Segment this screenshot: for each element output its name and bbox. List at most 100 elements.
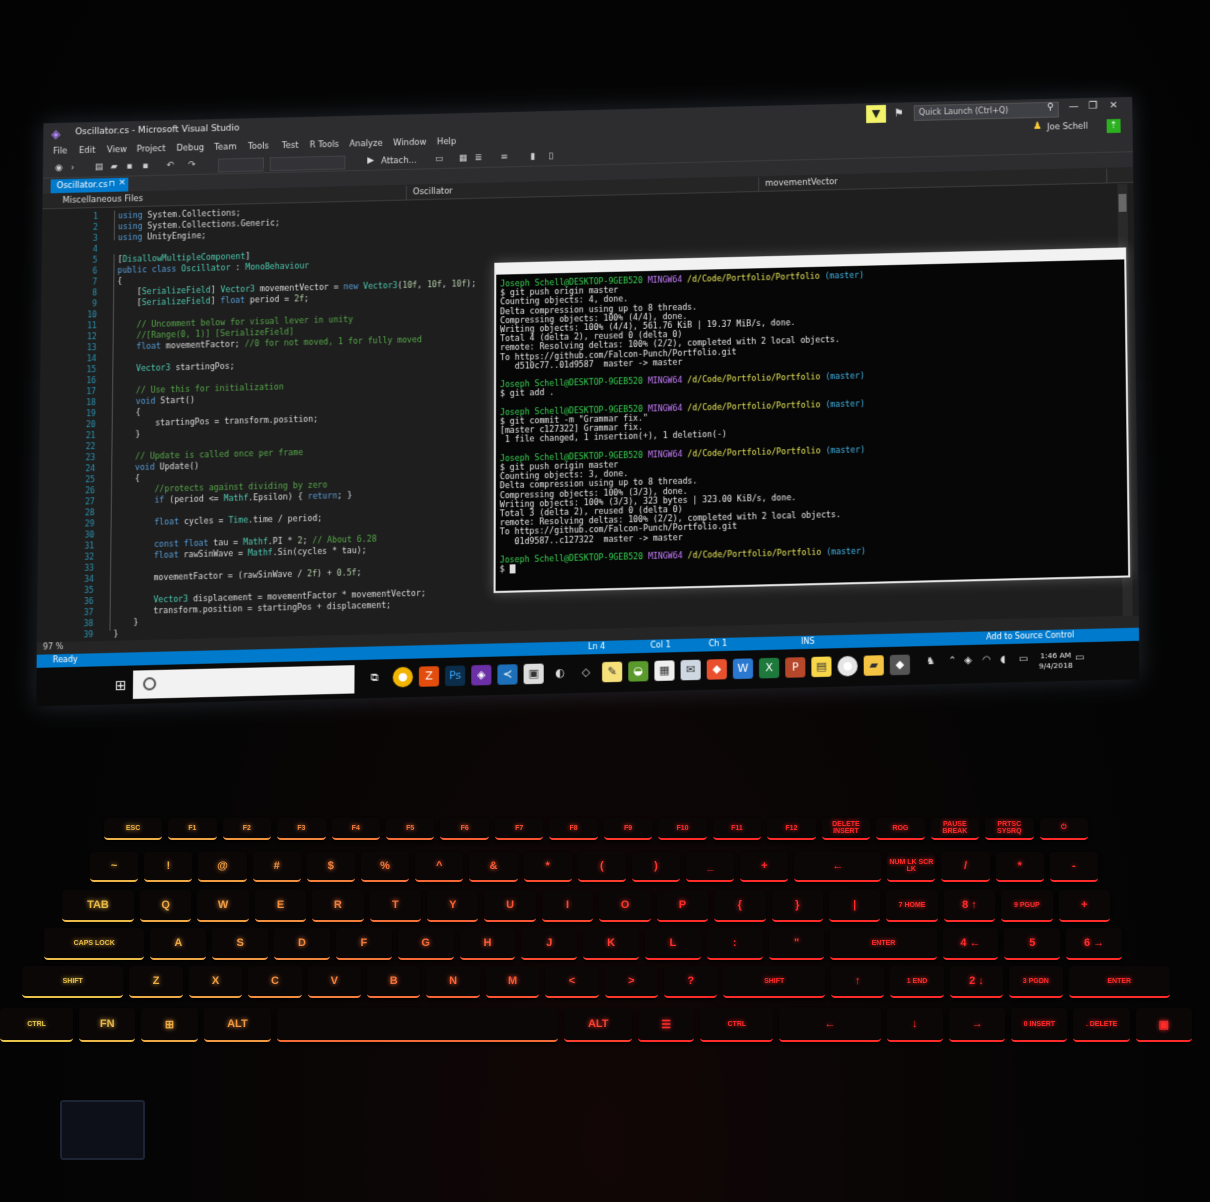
keyboard-key[interactable]: ▣ bbox=[1135, 1008, 1192, 1042]
keyboard-key[interactable]: F9 bbox=[603, 818, 653, 840]
keyboard-key[interactable]: * bbox=[523, 852, 572, 882]
keyboard-key[interactable]: PAUSE BREAK bbox=[930, 818, 980, 840]
pin-icon[interactable]: ⊓ bbox=[108, 179, 114, 188]
keyboard-key[interactable]: ← bbox=[779, 1008, 881, 1042]
keyboard-key[interactable]: & bbox=[469, 852, 518, 882]
excel-icon[interactable]: X bbox=[759, 657, 780, 679]
tray-chevron-icon[interactable]: ⌃ bbox=[948, 655, 957, 666]
keyboard-key[interactable]: F3 bbox=[277, 818, 326, 840]
keyboard-key[interactable]: ESC bbox=[104, 818, 163, 840]
keyboard-key[interactable]: ! bbox=[144, 852, 193, 882]
keyboard-key[interactable]: F bbox=[335, 928, 392, 960]
keyboard-key[interactable]: ) bbox=[631, 852, 681, 882]
minimize-icon[interactable]: — bbox=[1069, 101, 1079, 112]
menu-tools[interactable]: Tools bbox=[248, 142, 269, 152]
keyboard-key[interactable]: < bbox=[545, 966, 599, 998]
user-name[interactable]: Joe Schell bbox=[1047, 122, 1088, 133]
bookmark-icon[interactable]: ▮ bbox=[530, 152, 535, 162]
keyboard-key[interactable]: ENTER bbox=[1068, 966, 1170, 998]
outdent-icon[interactable]: ≡ bbox=[500, 153, 508, 163]
windows-start-icon[interactable]: ⊞ bbox=[115, 678, 127, 694]
task-view-icon[interactable]: ⧉ bbox=[365, 667, 385, 688]
keyboard-key[interactable]: DELETE INSERT bbox=[821, 818, 871, 840]
keyboard-key[interactable]: $ bbox=[306, 852, 355, 882]
menu-view[interactable]: View bbox=[107, 145, 127, 155]
keyboard-key[interactable]: F10 bbox=[658, 818, 707, 840]
menu-help[interactable]: Help bbox=[437, 137, 456, 147]
menu-test[interactable]: Test bbox=[282, 141, 299, 151]
keyboard-key[interactable]: W bbox=[197, 890, 249, 922]
unity-icon[interactable]: ◐ bbox=[550, 663, 570, 684]
keyboard-key[interactable]: / bbox=[941, 852, 990, 882]
notes-icon[interactable]: ✎ bbox=[602, 661, 623, 683]
keyboard-key[interactable]: Z bbox=[129, 966, 183, 998]
keyboard-key[interactable]: 7 HOME bbox=[886, 890, 938, 922]
menu-analyze[interactable]: Analyze bbox=[349, 139, 382, 150]
keyboard-key[interactable]: Q bbox=[139, 890, 192, 922]
volume-icon[interactable]: ◖ bbox=[1000, 654, 1005, 665]
open-icon[interactable]: ▰ bbox=[111, 162, 118, 172]
keyboard-key[interactable]: ⊞ bbox=[141, 1008, 198, 1042]
keyboard-key[interactable]: F5 bbox=[386, 818, 435, 840]
keyboard-key[interactable]: } bbox=[771, 890, 823, 922]
powerpoint-icon[interactable]: P bbox=[785, 657, 806, 678]
keyboard-key[interactable]: ALT bbox=[203, 1008, 272, 1042]
keyboard-key[interactable]: ☰ bbox=[638, 1008, 695, 1042]
menu-edit[interactable]: Edit bbox=[79, 146, 95, 156]
people-icon[interactable]: ♞ bbox=[926, 656, 935, 667]
sticky-notes-icon[interactable]: ▤ bbox=[811, 656, 832, 678]
keyboard-key[interactable]: ↑ bbox=[830, 966, 885, 998]
keyboard-key[interactable]: 1 END bbox=[890, 966, 944, 998]
keyboard-key[interactable]: O bbox=[599, 890, 651, 922]
git-bash-icon[interactable]: ◆ bbox=[889, 654, 911, 676]
keyboard-key[interactable]: I bbox=[541, 890, 594, 922]
keyboard-key[interactable]: F1 bbox=[168, 818, 217, 840]
vscode-icon[interactable]: ≺ bbox=[497, 664, 518, 685]
keyboard-key[interactable]: F12 bbox=[767, 818, 816, 840]
keyboard-key[interactable]: 4 ← bbox=[942, 928, 999, 960]
keyboard-key[interactable]: " bbox=[768, 928, 825, 960]
keyboard-key[interactable]: 6 → bbox=[1066, 928, 1122, 960]
cortana-icon[interactable] bbox=[143, 677, 157, 691]
action-center-icon[interactable]: ▭ bbox=[1075, 652, 1085, 663]
feedback-icon[interactable]: ⚑ bbox=[894, 106, 904, 119]
keyboard-key[interactable]: * bbox=[995, 852, 1044, 882]
keyboard-key[interactable]: F4 bbox=[331, 818, 380, 840]
scrollbar-thumb[interactable] bbox=[1118, 193, 1127, 212]
keyboard-key[interactable]: # bbox=[252, 852, 301, 882]
keyboard-key[interactable]: ENTER bbox=[830, 928, 937, 960]
keyboard-key[interactable]: F2 bbox=[222, 818, 272, 840]
keyboard-key[interactable]: → bbox=[948, 1008, 1006, 1042]
keyboard-key[interactable]: CTRL bbox=[0, 1008, 74, 1042]
chrome-icon[interactable]: ● bbox=[392, 666, 413, 688]
keyboard-key[interactable]: D bbox=[274, 928, 330, 960]
keyboard-key[interactable]: 3 PGDN bbox=[1009, 966, 1063, 998]
keyboard-key[interactable]: CTRL bbox=[700, 1008, 774, 1042]
menu-project[interactable]: Project bbox=[137, 144, 166, 155]
keyboard-key[interactable]: 2 ↓ bbox=[949, 966, 1004, 998]
keyboard-key[interactable]: - bbox=[1049, 852, 1098, 882]
keyboard-key[interactable]: U bbox=[484, 890, 536, 922]
platform-dropdown[interactable] bbox=[269, 155, 346, 172]
keyboard-key[interactable]: % bbox=[360, 852, 410, 882]
keyboard-key[interactable]: R bbox=[312, 890, 364, 922]
chrome-profile-icon[interactable]: ● bbox=[837, 655, 858, 677]
keyboard-key[interactable]: J bbox=[521, 928, 578, 960]
forward-icon[interactable]: › bbox=[71, 163, 75, 173]
keyboard-key[interactable]: L bbox=[645, 928, 701, 960]
keyboard-key[interactable]: + bbox=[1058, 890, 1110, 922]
add-to-source-control-button[interactable]: Add to Source Control bbox=[986, 630, 1074, 641]
photos-icon[interactable]: ▣ bbox=[523, 663, 544, 685]
dropbox-icon[interactable]: ◈ bbox=[964, 655, 972, 666]
keyboard-key[interactable]: PRTSC SYSRQ bbox=[985, 818, 1034, 840]
keyboard-key[interactable] bbox=[277, 1008, 559, 1042]
menu-debug[interactable]: Debug bbox=[176, 143, 204, 154]
keyboard-key[interactable]: ^ bbox=[415, 852, 464, 882]
keyboard-key[interactable]: 5 bbox=[1004, 928, 1061, 960]
quick-launch-input[interactable]: Quick Launch (Ctrl+Q) bbox=[913, 101, 1059, 121]
toolbox-icon[interactable]: ▦ bbox=[459, 154, 467, 164]
menu-team[interactable]: Team bbox=[214, 142, 236, 152]
keyboard-key[interactable]: ← bbox=[794, 852, 882, 882]
keyboard-key[interactable]: 8 ↑ bbox=[943, 890, 996, 922]
sketchup-icon[interactable]: ◇ bbox=[576, 662, 596, 683]
